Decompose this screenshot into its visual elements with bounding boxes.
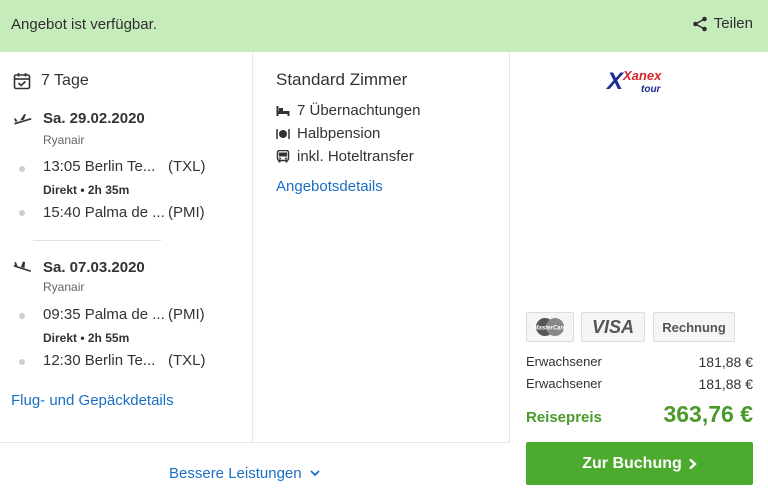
outbound-arrival: 15:40 Palma de ... (PMI) [43,204,205,221]
price-row: Erwachsener 181,88 € [526,376,754,392]
invoice-badge: Rechnung [653,312,735,342]
calendar-check-icon [13,73,31,90]
price-amount: 181,88 € [698,376,754,392]
chevron-right-icon [688,458,697,469]
room-feature-label: 7 Übernachtungen [297,102,421,119]
leg-divider [33,240,161,241]
room-panel: Standard Zimmer 7 Übernachtungen Halbpen… [253,52,510,442]
price-row: Erwachsener 181,88 € [526,354,754,370]
flight-panel: 7 Tage Sa. 29.02.2020 Ryanair 13:05 Berl… [0,52,253,442]
total-price-label: Reisepreis [526,409,602,426]
plane-arrival-icon [13,261,31,272]
more-services-toggle[interactable]: Bessere Leistungen [169,465,320,482]
outbound-connection: Direkt • 2h 35m [43,183,130,197]
outbound-departure: 13:05 Berlin Te... (TXL) [43,158,206,175]
trip-duration: 7 Tage [13,72,89,90]
return-date: Sa. 07.03.2020 [13,259,145,276]
booking-panel: X Xanex tour MasterCard VISA Rechnung Er… [510,52,768,498]
svg-text:X: X [605,68,625,95]
offer-details-link[interactable]: Angebotsdetails [276,178,383,195]
mastercard-label: MasterCard [533,326,566,332]
return-date-label: Sa. 07.03.2020 [43,259,145,276]
bus-icon [276,150,290,163]
room-feature: 7 Übernachtungen [276,102,420,119]
trip-duration-label: 7 Tage [41,72,89,89]
flight-details-link[interactable]: Flug- und Gepäckdetails [11,392,174,409]
room-feature: Halbpension [276,125,380,142]
plane-departure-icon [14,113,32,124]
mastercard-icon: MasterCard [533,318,567,336]
price-label: Erwachsener [526,376,602,391]
share-label: Teilen [713,15,753,32]
book-button-label: Zur Buchung [582,454,682,472]
book-button[interactable]: Zur Buchung [526,442,753,485]
outbound-date: Sa. 29.02.2020 [13,110,145,127]
return-arrival-code: (TXL) [168,352,206,369]
outbound-departure-code: (TXL) [168,158,206,175]
invoice-label: Rechnung [662,319,726,335]
room-feature-label: Halbpension [297,125,381,142]
return-departure-code: (PMI) [168,306,205,323]
more-services-bar: Bessere Leistungen [0,442,510,498]
stop-dot [19,166,25,172]
logo-word: Xanex [622,68,662,83]
more-services-label: Bessere Leistungen [169,465,302,482]
return-departure-time-city: 09:35 Palma de ... [43,306,165,323]
price-amount: 181,88 € [698,354,754,370]
tour-operator-logo: X Xanex tour [605,66,677,100]
return-arrival: 12:30 Berlin Te... (TXL) [43,352,206,369]
room-feature: inkl. Hoteltransfer [276,148,414,165]
stop-dot [19,359,25,365]
return-connection: Direkt • 2h 55m [43,331,130,345]
outbound-arrival-time-city: 15:40 Palma de ... [43,204,165,221]
outbound-airline: Ryanair [43,133,85,147]
share-button[interactable]: Teilen [692,15,753,32]
return-departure: 09:35 Palma de ... (PMI) [43,306,205,323]
stop-dot [19,210,25,216]
outbound-departure-time-city: 13:05 Berlin Te... [43,158,156,175]
stop-dot [19,313,25,319]
availability-status: Angebot ist verfügbar. [11,16,157,33]
total-price-amount: 363,76 € [663,401,753,427]
mastercard-badge: MasterCard [526,312,574,342]
availability-banner: Angebot ist verfügbar. Teilen [0,0,768,52]
room-feature-label: inkl. Hoteltransfer [297,148,414,165]
bed-icon [276,105,290,116]
visa-badge: VISA [581,312,645,342]
cutlery-icon [276,128,290,139]
visa-label: VISA [591,316,634,337]
outbound-arrival-code: (PMI) [168,204,205,221]
logo-subword: tour [641,84,662,95]
share-icon [692,16,707,31]
chevron-down-icon [309,470,320,477]
return-airline: Ryanair [43,280,85,294]
room-title: Standard Zimmer [276,70,408,89]
outbound-date-label: Sa. 29.02.2020 [43,110,145,127]
price-label: Erwachsener [526,354,602,369]
return-arrival-time-city: 12:30 Berlin Te... [43,352,156,369]
